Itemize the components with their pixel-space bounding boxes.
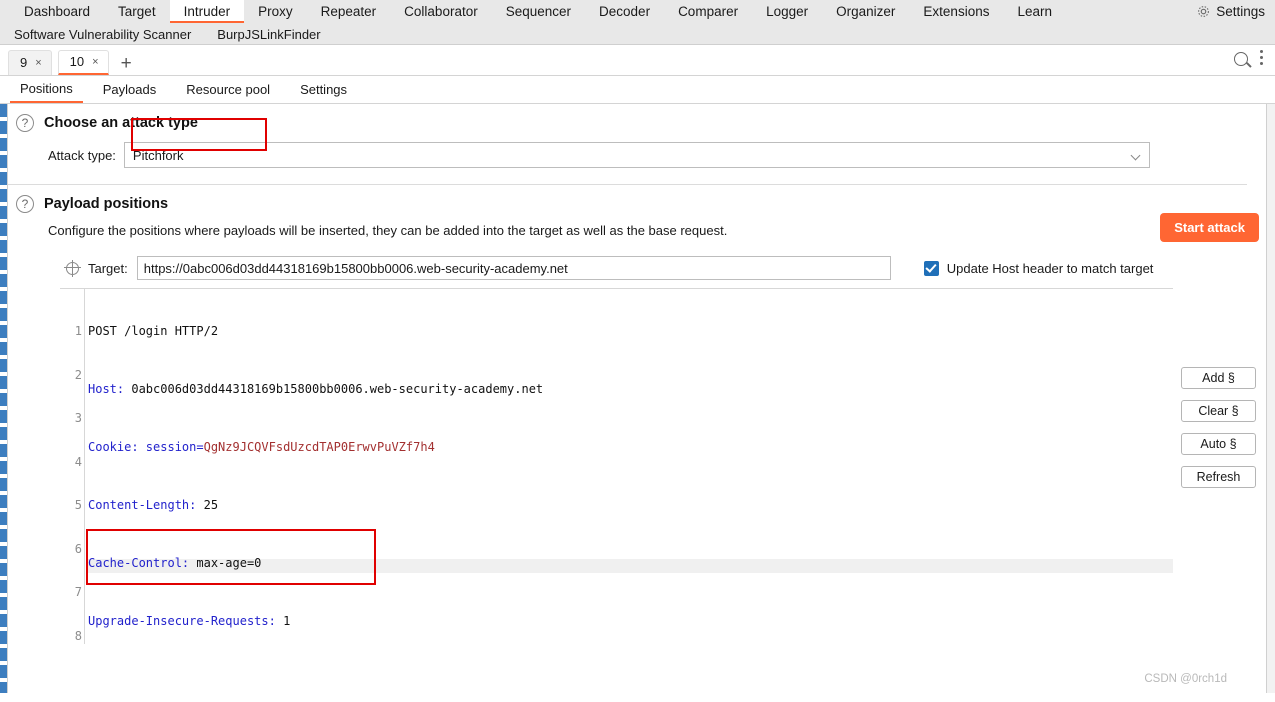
header-line: Content-Length: 25 [88,498,1173,513]
watermark: CSDN @0rch1d [1144,673,1227,685]
header-line: Cache-Control: max-age=0 [88,556,1173,571]
attack-type-row: Attack type: Pitchfork [12,118,1275,168]
help-icon[interactable]: ? [16,195,34,213]
start-attack-button[interactable]: Start attack [1160,213,1259,242]
nav-item-target[interactable]: Target [104,0,170,23]
target-input[interactable] [136,256,891,280]
attack-tab-10-label: 10 [69,54,85,69]
refresh-button[interactable]: Refresh [1181,466,1256,488]
header-line: Cookie: session=QgNz9JCQVFsdUzcdTAP0Erwv… [88,440,1173,455]
request-text[interactable]: POST /login HTTP/2 Host: 0abc006d03dd443… [88,295,1173,644]
tab-settings[interactable]: Settings [290,78,357,102]
line-number: 3 [74,411,82,425]
attack-type-select[interactable]: Pitchfork [123,142,1150,168]
crosshair-icon[interactable] [64,259,81,277]
line-number: 2 [74,367,82,382]
gear-icon [1196,4,1211,19]
nav-item-extensions[interactable]: Extensions [909,0,1003,23]
attack-tab-9[interactable]: 9 × [8,50,52,75]
attack-tab-10[interactable]: 10 × [57,50,109,75]
nav-item-proxy[interactable]: Proxy [244,0,307,23]
line-number: 7 [74,585,82,599]
intruder-subtab-bar: Positions Payloads Resource pool Setting… [0,76,1275,104]
attack-tab-bar: 9 × 10 × + [0,45,1275,76]
line-number: 8 [74,628,82,643]
request-line-text: POST /login HTTP/2 [88,324,219,338]
line-number-gutter: 1 2 3 4 5 6 7 8 9 10 11 12 13 14 15 16 1… [60,295,82,644]
header-name: Host: [88,382,125,396]
request-line: POST /login HTTP/2 [88,324,1173,339]
line-number: 1 [74,324,82,338]
nav-item-settings[interactable]: Settings [1196,4,1275,19]
new-tab-button[interactable]: + [115,54,140,75]
close-icon[interactable]: × [35,57,41,69]
update-host-header-label: Update Host header to match target [946,260,1154,276]
header-name: Upgrade-Insecure-Requests: [88,614,276,628]
nav-item-learn[interactable]: Learn [1003,0,1066,23]
header-value: max-age=0 [189,556,262,570]
left-edge-marker-strip [0,104,8,693]
nav-item-decoder[interactable]: Decoder [585,0,664,23]
clear-payload-markers-button[interactable]: Clear § [1181,400,1256,422]
nav-item-collaborator[interactable]: Collaborator [390,0,492,23]
nav-item-organizer[interactable]: Organizer [822,0,909,23]
update-host-header-checkbox[interactable] [923,260,939,276]
nav-item-repeater[interactable]: Repeater [307,0,391,23]
attack-tab-9-label: 9 [20,55,28,70]
request-editor-panel: Target: Update Host header to match targ… [60,250,1173,644]
positions-panel: ? Choose an attack type Attack type: Pit… [0,104,1275,693]
target-row: Target: Update Host header to match targ… [60,250,1173,288]
line-number: 6 [74,541,82,556]
page-title: Choose an attack type [44,115,198,131]
target-label: Target: [88,260,128,276]
tab-resource-pool[interactable]: Resource pool [176,78,280,102]
auto-payload-markers-button[interactable]: Auto § [1181,433,1256,455]
tab-bar-actions [1234,47,1275,75]
nav-item-dashboard[interactable]: Dashboard [10,0,104,23]
settings-label: Settings [1216,4,1265,19]
header-value: 1 [275,614,291,628]
tab-payloads[interactable]: Payloads [93,78,166,102]
gutter-divider [84,289,85,644]
nav-item-logger[interactable]: Logger [752,0,822,23]
payload-positions-description: Configure the positions where payloads w… [48,223,728,238]
attack-type-section-header: ? Choose an attack type [12,104,1275,132]
header-value: 25 [196,498,219,512]
header-line: Host: 0abc006d03dd44318169b15800bb0006.w… [88,382,1173,397]
nav-item-burpjslinkfinder[interactable]: BurpJSLinkFinder [213,27,324,42]
http-request-viewer[interactable]: 1 2 3 4 5 6 7 8 9 10 11 12 13 14 15 16 1… [60,288,1173,644]
top-nav-primary-row: Dashboard Target Intruder Proxy Repeater… [0,0,1275,23]
chevron-down-icon [1130,150,1141,161]
help-icon[interactable]: ? [16,114,34,132]
header-name: Content-Length: [88,498,197,512]
nav-item-software-vulnerability-scanner[interactable]: Software Vulnerability Scanner [10,27,195,42]
search-icon[interactable] [1234,52,1248,66]
header-line: Upgrade-Insecure-Requests: 1 [88,614,1173,629]
more-vertical-icon[interactable] [1260,47,1263,71]
add-payload-marker-button[interactable]: Add § [1181,367,1256,389]
top-nav-extension-row: Software Vulnerability Scanner BurpJSLin… [0,23,1275,45]
payload-positions-section-header: ? Payload positions [12,185,1275,213]
nav-item-sequencer[interactable]: Sequencer [492,0,585,23]
nav-item-intruder[interactable]: Intruder [169,0,245,23]
right-scrollbar-track[interactable] [1266,104,1275,693]
header-value: session= [138,440,204,454]
line-number: 5 [74,498,82,512]
cookie-value: QgNz9JCQVFsdUzcdTAP0ErwvPuVZf7h4 [203,440,435,454]
header-name: Cache-Control: [88,556,190,570]
top-navigation-bar: Dashboard Target Intruder Proxy Repeater… [0,0,1275,45]
update-host-header-checkbox-wrap[interactable]: Update Host header to match target [923,260,1154,276]
attack-type-label: Attack type: [48,147,116,163]
tab-positions[interactable]: Positions [10,77,83,103]
attack-type-value: Pitchfork [132,147,184,163]
line-number: 4 [74,454,82,469]
payload-position-buttons: Add § Clear § Auto § Refresh [1181,367,1256,488]
payload-positions-title: Payload positions [44,196,169,212]
header-name: Cookie: [88,440,139,454]
close-icon[interactable]: × [92,56,98,68]
header-value: 0abc006d03dd44318169b15800bb0006.web-sec… [124,382,544,396]
nav-item-comparer[interactable]: Comparer [664,0,752,23]
